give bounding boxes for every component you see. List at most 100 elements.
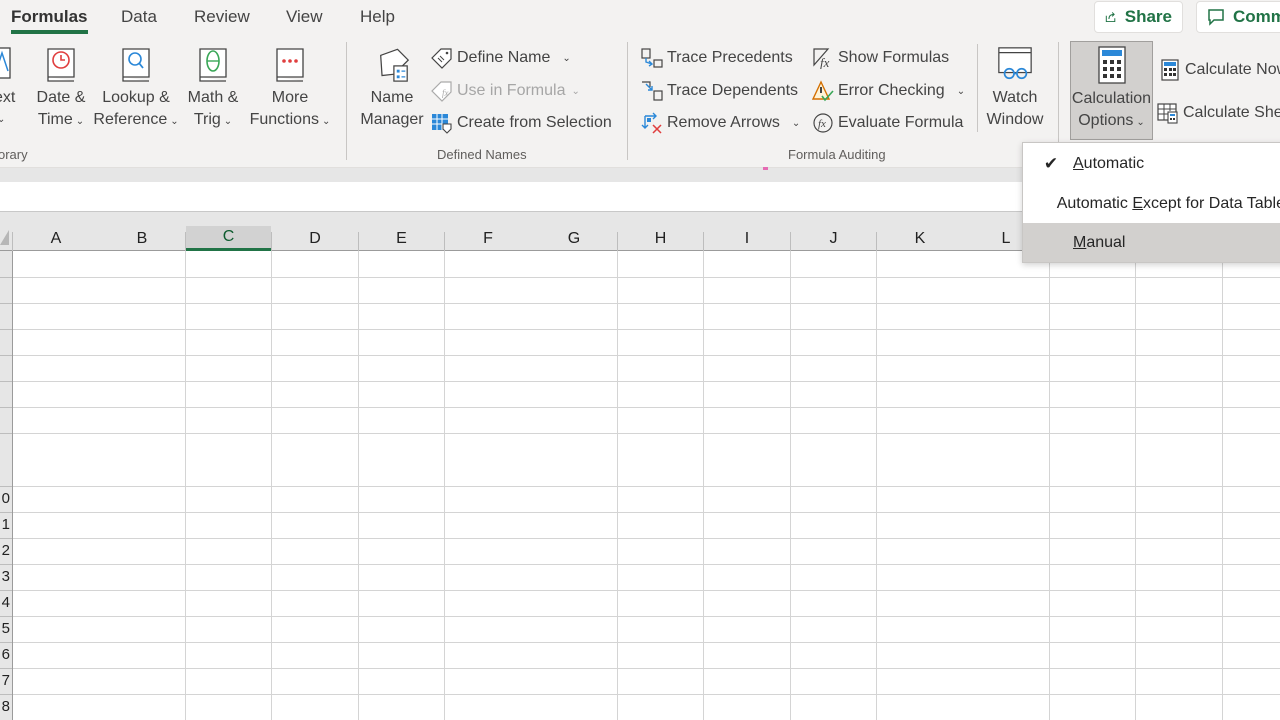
text-functions-label: ext <box>0 89 16 106</box>
chevron-down-icon: ⌄ <box>562 52 571 64</box>
row-header-15[interactable]: 5 <box>2 620 10 637</box>
trace-dependents-icon <box>642 81 663 101</box>
column-header-b[interactable]: B <box>99 226 185 251</box>
row-header-11[interactable]: 1 <box>2 516 10 533</box>
column-gridline <box>1135 251 1136 720</box>
menu-item-manual[interactable]: Manual <box>1023 223 1280 262</box>
text-functions-button[interactable]: ext ⌄ <box>0 45 24 131</box>
remove-arrows-button[interactable]: Remove Arrows ⌄ <box>641 109 800 137</box>
worksheet-grid[interactable] <box>13 251 1280 720</box>
menu-item-manual-label: Manual <box>1073 233 1126 251</box>
column-gridline <box>444 251 445 720</box>
more-functions-button[interactable]: More Functions ⌄ <box>246 45 334 133</box>
row-separator <box>0 329 12 330</box>
watch-window-label-1: Watch <box>992 89 1038 106</box>
error-checking-button[interactable]: Error Checking ⌄ <box>812 77 965 105</box>
row-header-14[interactable]: 4 <box>2 594 10 611</box>
row-separator <box>0 433 12 434</box>
date-time-button[interactable]: Date & Time ⌄ <box>33 45 89 133</box>
comments-label: Comm <box>1233 7 1280 26</box>
evaluate-formula-label: Evaluate Formula <box>838 114 964 131</box>
watch-window-button[interactable]: Watch Window <box>982 45 1048 131</box>
text-book-icon <box>0 47 11 79</box>
calculation-options-label-1: Calculation <box>1071 90 1152 107</box>
lookup-label-1: Lookup & <box>102 89 170 106</box>
row-separator <box>0 512 12 513</box>
name-manager-label-1: Name <box>370 89 414 106</box>
show-formulas-button[interactable]: fx Show Formulas <box>812 44 949 72</box>
show-formulas-icon: fx <box>813 48 830 69</box>
column-header-k[interactable]: K <box>877 226 963 251</box>
row-header-16[interactable]: 6 <box>2 646 10 663</box>
row-separator <box>0 668 12 669</box>
column-header-e[interactable]: E <box>359 226 444 251</box>
column-header-f[interactable]: F <box>445 226 531 251</box>
evaluate-formula-button[interactable]: fx Evaluate Formula <box>812 109 963 137</box>
lookup-book-icon <box>122 48 150 82</box>
calculate-now-icon <box>1161 59 1179 81</box>
column-header-d[interactable]: D <box>272 226 358 251</box>
tab-help[interactable]: Help <box>360 7 395 27</box>
calculate-sheet-button[interactable]: Calculate Sheet <box>1157 99 1280 127</box>
column-gridline <box>617 251 618 720</box>
chevron-down-icon: ⌄ <box>0 114 6 125</box>
use-in-formula-button[interactable]: fx Use in Formula ⌄ <box>431 77 580 105</box>
calculation-options-content: Calculation Options ⌄ <box>1070 46 1153 134</box>
row-gridline <box>13 381 1280 382</box>
menu-item-automatic[interactable]: ✔ Automatic <box>1023 144 1280 183</box>
row-gridline <box>13 616 1280 617</box>
group-separator <box>977 44 978 132</box>
tab-formulas[interactable]: Formulas <box>11 7 88 34</box>
comments-button[interactable]: Comm <box>1196 1 1280 33</box>
trace-precedents-label: Trace Precedents <box>667 49 793 66</box>
row-header-10[interactable]: 0 <box>2 490 10 507</box>
row-header-18[interactable]: 8 <box>2 698 10 715</box>
tab-data[interactable]: Data <box>121 7 157 27</box>
row-gridline <box>13 355 1280 356</box>
indicator-mark <box>763 167 768 170</box>
calculate-now-button[interactable]: Calculate Now <box>1159 56 1280 84</box>
row-header-12[interactable]: 2 <box>2 542 10 559</box>
row-separator <box>0 303 12 304</box>
watch-window-icon <box>998 47 1032 80</box>
row-separator <box>0 486 12 487</box>
lookup-label-2: Reference <box>93 111 168 128</box>
column-header-a[interactable]: A <box>13 226 99 251</box>
row-gridline <box>13 277 1280 278</box>
row-gridline <box>13 407 1280 408</box>
math-trig-label-2: Trig <box>193 111 221 128</box>
math-trig-book-icon <box>199 48 227 82</box>
column-header-j[interactable]: J <box>791 226 876 251</box>
share-icon <box>1105 12 1116 23</box>
row-separator <box>0 538 12 539</box>
trace-dependents-button[interactable]: Trace Dependents <box>641 77 798 105</box>
trace-precedents-icon <box>641 48 663 68</box>
column-gridline <box>1222 251 1223 720</box>
share-button[interactable]: Share <box>1094 1 1183 33</box>
calculation-options-button[interactable]: Calculation Options ⌄ <box>1070 41 1153 140</box>
column-header-c[interactable]: C <box>186 226 271 251</box>
date-time-book-icon <box>47 48 75 82</box>
row-gridline <box>13 668 1280 669</box>
math-trig-button[interactable]: Math & Trig ⌄ <box>183 45 243 133</box>
define-name-button[interactable]: Define Name ⌄ <box>431 44 571 72</box>
row-header-13[interactable]: 3 <box>2 568 10 585</box>
row-gridline <box>13 329 1280 330</box>
name-manager-button[interactable]: Name Manager <box>357 45 427 131</box>
column-header-i[interactable]: I <box>704 226 790 251</box>
row-header-17[interactable]: 7 <box>2 672 10 689</box>
menu-item-automatic-except-data-tables[interactable]: Automatic Except for Data Tables <box>1023 184 1280 223</box>
use-in-formula-icon: fx <box>431 81 452 102</box>
lookup-reference-button[interactable]: Lookup & Reference ⌄ <box>93 45 179 133</box>
trace-precedents-button[interactable]: Trace Precedents <box>641 44 793 72</box>
tab-view[interactable]: View <box>286 7 323 27</box>
calculation-options-label-2: Options <box>1078 112 1134 129</box>
tag-icon <box>431 48 452 69</box>
column-header-g[interactable]: G <box>531 226 617 251</box>
evaluate-formula-icon: fx <box>813 113 833 133</box>
create-from-selection-button[interactable]: Create from Selection <box>431 109 612 137</box>
chevron-down-icon: ⌄ <box>791 117 801 129</box>
select-all-corner[interactable] <box>0 230 9 245</box>
tab-review[interactable]: Review <box>194 7 250 27</box>
column-header-h[interactable]: H <box>618 226 703 251</box>
